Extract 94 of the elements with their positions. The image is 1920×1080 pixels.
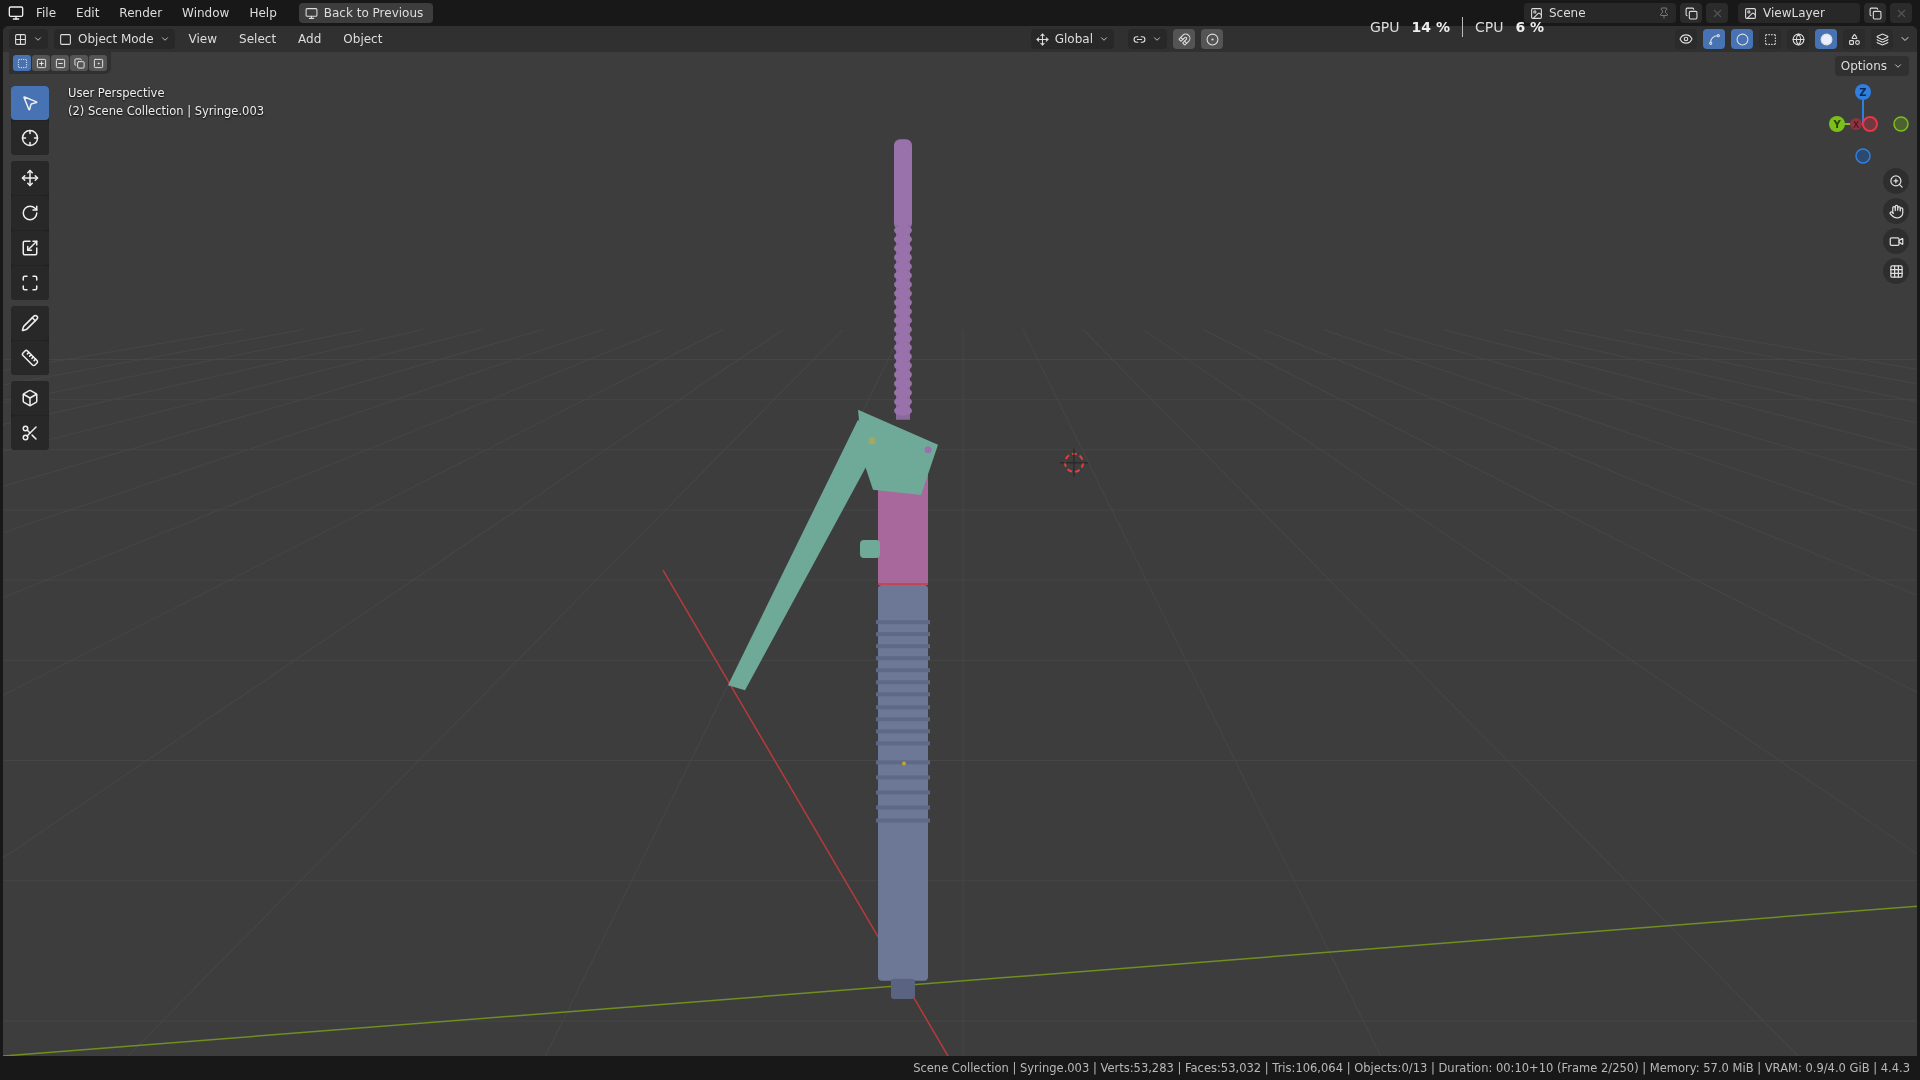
measure-tool-button[interactable] — [11, 341, 49, 375]
chevron-down-icon — [159, 34, 170, 44]
wireframe-shading-button[interactable] — [1787, 29, 1809, 49]
pin-icon — [1658, 7, 1670, 19]
chevron-down-icon — [1152, 34, 1162, 44]
select-tool-button[interactable] — [11, 86, 49, 120]
overlap-squares-icon — [73, 57, 85, 69]
cursor-tool-button[interactable] — [11, 121, 49, 155]
header-menu-item[interactable]: Add — [290, 30, 330, 48]
chevron-down-icon — [1893, 61, 1903, 71]
menu-item[interactable]: Help — [241, 3, 285, 23]
material-shading-button[interactable] — [1843, 29, 1865, 49]
pencil-icon — [21, 314, 39, 332]
ruler-icon — [21, 349, 39, 367]
pivot-dropdown[interactable] — [1128, 29, 1167, 49]
rotate-tool-button[interactable] — [11, 196, 49, 230]
visibility-button[interactable] — [1675, 29, 1697, 49]
zoom-icon — [1888, 173, 1904, 189]
grid-button[interactable] — [1883, 258, 1909, 284]
stat-value: 14 % — [1411, 19, 1450, 35]
zoom-button[interactable] — [1883, 168, 1909, 194]
pan-button[interactable] — [1883, 198, 1909, 224]
magnet-icon — [1177, 32, 1191, 46]
copy-icon — [1868, 6, 1882, 20]
square-minus-icon — [54, 57, 66, 69]
axis-gizmo[interactable]: Z Y X — [1829, 82, 1909, 172]
wireframe-sphere-icon — [1791, 32, 1805, 46]
menu-item[interactable]: File — [28, 3, 65, 23]
chevron-down-icon — [1099, 34, 1109, 44]
editor-type-dropdown[interactable] — [9, 29, 48, 49]
solid-shading-button[interactable] — [1815, 29, 1837, 49]
circle-icon — [1735, 32, 1749, 46]
scene-field[interactable]: Scene — [1524, 3, 1676, 23]
pointer-icon — [21, 94, 39, 112]
status-bar-text: Scene Collection | Syringe.003 | Verts:53,283 | Faces:53,032 | Tris:106,064 | Objects:0/13 | Duration: 00:10+10 (Frame 2/250) | Memory: 57.0 MiB | VRAM: 0.9/4.0 GiB | 4.4.3 — [913, 1061, 1910, 1075]
xray-toggle[interactable] — [1759, 29, 1781, 49]
menu-item[interactable]: Window — [174, 3, 238, 23]
chevron-down-icon — [33, 34, 43, 44]
back-to-previous-button[interactable]: Back to Previous — [298, 3, 434, 23]
view-name-label: User Perspective — [68, 86, 166, 100]
solid-sphere-icon — [1819, 32, 1833, 46]
square-icon — [59, 32, 72, 46]
material-icon — [1847, 32, 1861, 46]
transform-tool-button[interactable] — [11, 266, 49, 300]
move-tool-button[interactable] — [11, 161, 49, 195]
header-menu-item[interactable]: Object — [335, 30, 391, 48]
square-plus-icon — [35, 57, 47, 69]
eye-icon — [1679, 32, 1693, 46]
scissors-icon — [21, 424, 39, 442]
select-mode-button[interactable] — [70, 55, 88, 71]
copy-icon — [1684, 6, 1698, 20]
overlays-toggle[interactable] — [1731, 29, 1753, 49]
image-stack-icon — [1744, 6, 1757, 20]
select-mode-button[interactable] — [32, 55, 50, 71]
hand-icon — [1888, 203, 1904, 219]
camera-button[interactable] — [1883, 228, 1909, 254]
move-arrows-icon — [21, 169, 39, 187]
shear-tool-button[interactable] — [11, 416, 49, 450]
select-mode-button[interactable] — [13, 55, 31, 71]
menu-item[interactable]: Edit — [68, 3, 108, 23]
grid-icon — [1888, 263, 1904, 279]
layers-icon — [1875, 32, 1889, 46]
crosshair-icon — [21, 129, 39, 147]
header-menu-item[interactable]: Select — [231, 30, 285, 48]
mode-dropdown[interactable]: Object Mode — [54, 29, 175, 49]
proportional-toggle[interactable] — [1201, 29, 1223, 49]
scale-icon — [21, 239, 39, 257]
add-cube-tool-button[interactable] — [11, 381, 49, 415]
select-mode-button[interactable] — [51, 55, 69, 71]
gizmos-toggle[interactable] — [1703, 29, 1725, 49]
dashed-square-icon — [16, 57, 28, 69]
cube-icon — [21, 389, 39, 407]
copy-button[interactable] — [1864, 3, 1886, 23]
transform-icon — [21, 274, 39, 292]
circle-dot-icon — [1205, 32, 1219, 46]
menu-item[interactable]: Render — [111, 3, 171, 23]
header-menu-item[interactable]: View — [180, 30, 226, 48]
curve-icon — [1707, 32, 1721, 46]
stat-label: CPU — [1474, 19, 1504, 35]
view-layer-field[interactable]: ViewLayer — [1738, 3, 1860, 23]
scale-tool-button[interactable] — [11, 231, 49, 265]
options-dropdown[interactable]: Options — [1834, 56, 1909, 76]
annotate-tool-button[interactable] — [11, 306, 49, 340]
orientation-dropdown[interactable]: Global — [1030, 29, 1114, 49]
3d-cursor-icon — [1059, 448, 1089, 478]
dashed-square-icon — [1763, 32, 1777, 46]
monitor-icon — [304, 6, 318, 20]
rotate-icon — [21, 204, 39, 222]
rendered-shading-button[interactable] — [1871, 29, 1893, 49]
copy-button[interactable] — [1680, 3, 1702, 23]
snap-toggle[interactable] — [1173, 29, 1195, 49]
object-info-label: (2) Scene Collection | Syringe.003 — [68, 104, 265, 118]
stat-label: GPU — [1370, 19, 1400, 35]
select-mode-button[interactable] — [89, 55, 107, 71]
